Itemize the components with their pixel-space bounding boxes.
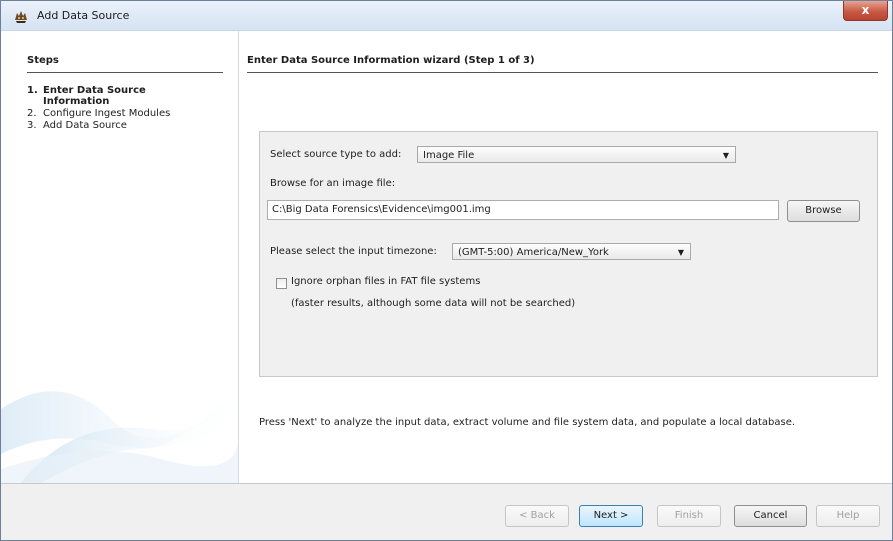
source-type-label: Select source type to add: xyxy=(270,149,402,160)
step-number: 2. xyxy=(27,108,37,119)
wizard-step-title: Enter Data Source Information wizard (St… xyxy=(247,55,535,66)
next-button[interactable]: Next > xyxy=(579,505,643,527)
help-button-label: Help xyxy=(836,510,860,521)
back-button-label: < Back xyxy=(519,510,555,521)
step-number: 3. xyxy=(27,120,37,131)
finish-button[interactable]: Finish xyxy=(657,505,721,527)
browse-label: Browse for an image file: xyxy=(270,178,396,189)
timezone-label: Please select the input timezone: xyxy=(270,246,437,257)
steps-divider xyxy=(27,72,223,73)
image-path-field[interactable]: C:\Big Data Forensics\Evidence\img001.im… xyxy=(267,200,779,220)
close-button[interactable]: x xyxy=(843,1,888,21)
chevron-down-icon: ▼ xyxy=(722,151,729,160)
decorative-swoosh-graphic xyxy=(1,369,238,483)
browse-button[interactable]: Browse xyxy=(787,200,860,222)
autopsy-dog-icon xyxy=(15,11,27,23)
add-data-source-dialog: Add Data Source x Steps 1. Enter Data Sou… xyxy=(0,0,893,541)
step-item-2: 2. Configure Ingest Modules xyxy=(27,108,170,119)
instruction-text: Press 'Next' to analyze the input data, … xyxy=(259,417,796,428)
step-item-3: 3. Add Data Source xyxy=(27,120,127,131)
timezone-dropdown[interactable]: (GMT-5:00) America/New_York ▼ xyxy=(452,243,691,260)
button-bar: < Back Next > Finish Cancel Help xyxy=(1,484,892,540)
cancel-button-label: Cancel xyxy=(753,510,788,521)
window-title: Add Data Source xyxy=(37,9,130,22)
ignore-orphan-label[interactable]: Ignore orphan files in FAT file systems xyxy=(291,276,480,287)
wizard-header-divider xyxy=(247,72,878,73)
next-button-label: Next > xyxy=(593,510,629,521)
step-number: 1. xyxy=(27,85,38,96)
browse-button-label: Browse xyxy=(805,205,842,216)
steps-panel: Steps 1. Enter Data Source Information 2. C… xyxy=(1,31,239,483)
title-bar[interactable]: Add Data Source x xyxy=(1,1,892,31)
chevron-down-icon: ▼ xyxy=(677,248,684,257)
step-label-cont: Information xyxy=(43,96,110,107)
source-type-value: Image File xyxy=(423,150,475,161)
timezone-value: (GMT-5:00) America/New_York xyxy=(458,247,609,258)
source-type-dropdown[interactable]: Image File ▼ xyxy=(417,146,736,163)
step-label: Enter Data Source xyxy=(43,85,146,96)
steps-header: Steps xyxy=(27,55,59,66)
close-icon: x xyxy=(861,3,870,17)
ignore-orphan-checkbox[interactable] xyxy=(276,278,287,289)
finish-button-label: Finish xyxy=(674,510,704,521)
source-settings-panel: Select source type to add: Image File ▼ … xyxy=(259,131,878,377)
help-button[interactable]: Help xyxy=(816,505,880,527)
step-item-1: 1. Enter Data Source Information xyxy=(27,85,146,107)
step-label: Configure Ingest Modules xyxy=(43,108,171,119)
step-label: Add Data Source xyxy=(43,120,127,131)
back-button[interactable]: < Back xyxy=(505,505,569,527)
cancel-button[interactable]: Cancel xyxy=(734,505,807,527)
ignore-orphan-hint: (faster results, although some data will… xyxy=(291,298,576,309)
